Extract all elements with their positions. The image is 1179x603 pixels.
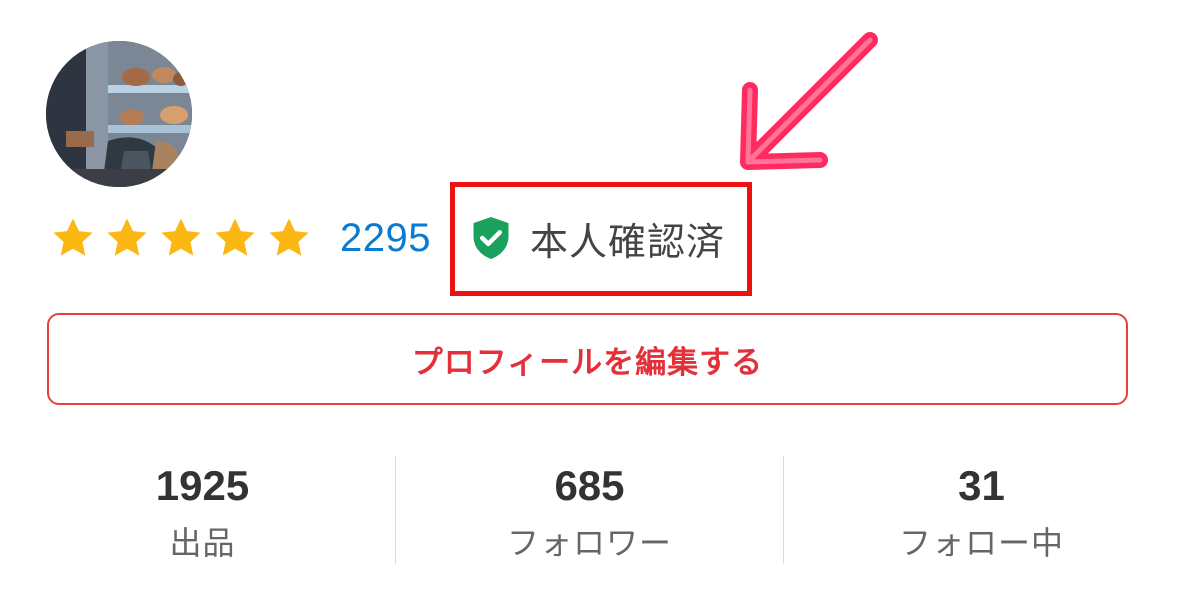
star-icon (50, 215, 96, 261)
rating-row[interactable]: 2295 (50, 210, 431, 266)
stat-value: 685 (554, 462, 625, 509)
annotation-highlight-box (450, 182, 752, 296)
stat-following[interactable]: 31 フォロー中 (783, 456, 1179, 564)
stat-label: フォロワー (506, 524, 672, 562)
star-icon (158, 215, 204, 261)
edit-profile-button[interactable]: プロフィールを編集する (47, 313, 1128, 405)
star-icon (104, 215, 150, 261)
profile-stats: 1925 出品 685 フォロワー 31 フォロー中 (0, 456, 1179, 564)
star-icon (266, 215, 312, 261)
avatar[interactable] (46, 41, 192, 187)
stat-listings[interactable]: 1925 出品 (0, 456, 395, 564)
stat-value: 31 (958, 462, 1005, 509)
stat-label: 出品 (169, 524, 236, 562)
stat-label: フォロー中 (898, 524, 1064, 562)
review-count-link[interactable]: 2295 (340, 216, 431, 261)
annotation-arrow (730, 22, 890, 182)
avatar-image (46, 41, 192, 187)
star-icon (212, 215, 258, 261)
star-rating (50, 215, 320, 261)
stat-followers[interactable]: 685 フォロワー (395, 456, 783, 564)
stat-value: 1925 (155, 462, 250, 509)
